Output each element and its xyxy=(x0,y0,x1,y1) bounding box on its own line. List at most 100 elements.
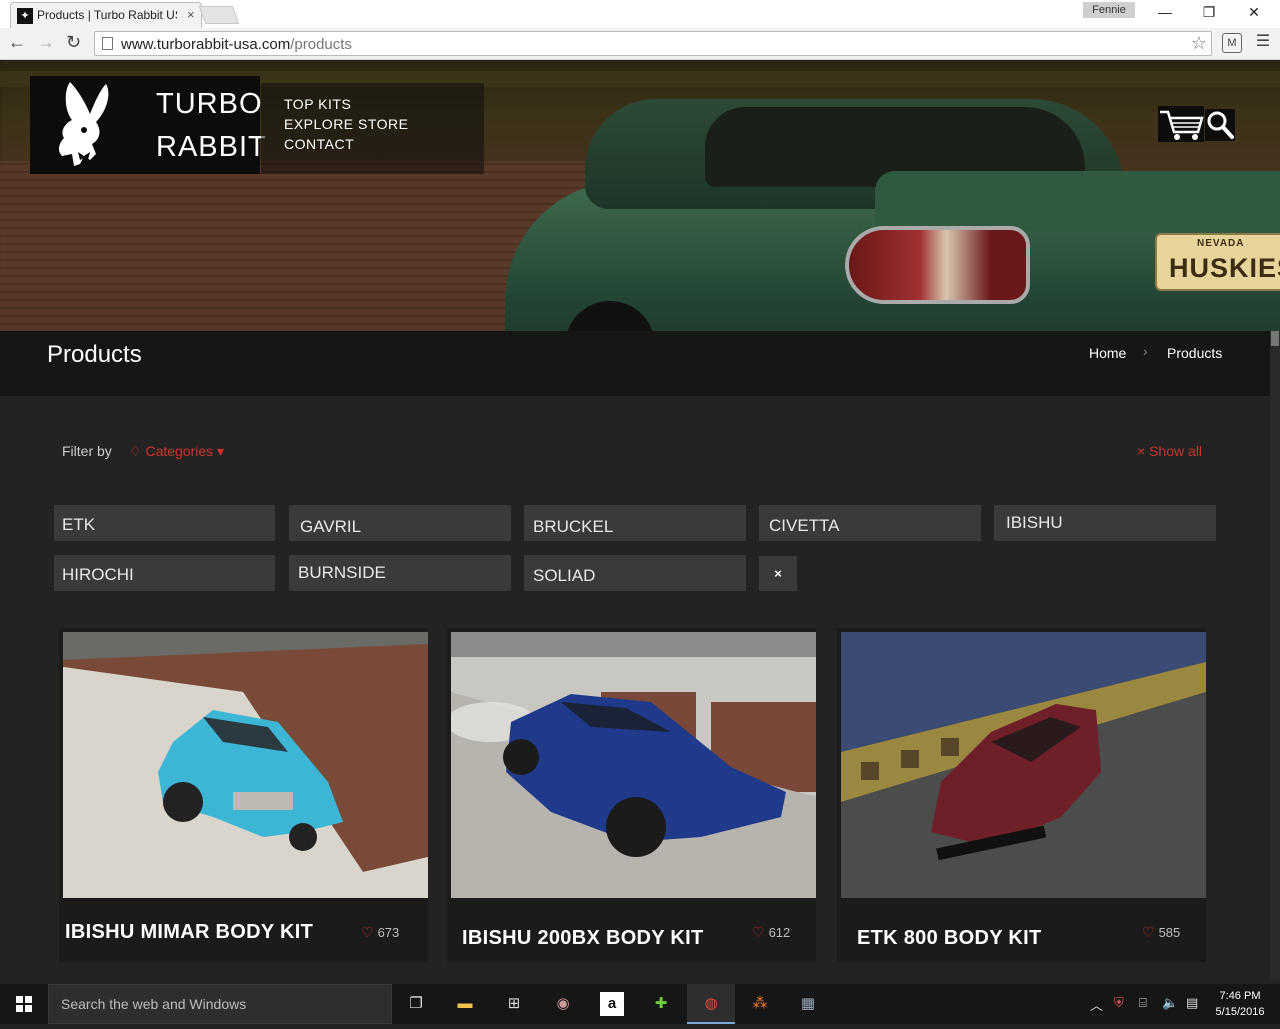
chip-burnside[interactable]: BURNSIDE xyxy=(289,555,511,591)
browser-tab[interactable]: ✦ Products | Turbo Rabbit US × xyxy=(10,2,202,28)
clock-time: 7:46 PM xyxy=(1219,990,1261,1002)
logo-line2: RABBIT xyxy=(156,131,267,163)
product-image[interactable] xyxy=(451,632,816,898)
product-title[interactable]: ETK 800 BODY KIT xyxy=(857,927,1041,950)
new-tab-button[interactable] xyxy=(198,6,240,24)
browser-toolbar: ← → ↻ www.turborabbit-usa.com/products ☆… xyxy=(0,28,1280,60)
url-domain: www.turborabbit-usa.com xyxy=(121,36,291,53)
breadcrumb-products: Products xyxy=(1167,345,1223,361)
start-button[interactable] xyxy=(0,984,48,1024)
windows-logo-icon xyxy=(16,996,32,1012)
tag-icon: ♢ xyxy=(129,443,146,459)
amazon-icon[interactable]: a xyxy=(600,992,624,1016)
chip-soliad[interactable]: SOLIAD xyxy=(524,555,746,591)
like-count[interactable]: ♡ 612 xyxy=(752,924,790,941)
close-tab-icon[interactable]: × xyxy=(187,7,195,22)
extension-icon[interactable]: M xyxy=(1222,33,1242,53)
security-icon[interactable]: ⛨ xyxy=(1114,995,1124,1011)
network-icon[interactable]: ⌸ xyxy=(1139,995,1147,1011)
taskbar-search[interactable]: Search the web and Windows xyxy=(48,984,392,1024)
reload-icon[interactable]: ↻ xyxy=(66,32,81,53)
site-logo[interactable]: TURBO RABBIT xyxy=(30,76,266,174)
plate-state: NEVADA xyxy=(1197,238,1245,249)
heart-icon: ♡ xyxy=(361,924,374,940)
product-title[interactable]: IBISHU 200BX BODY KIT xyxy=(462,927,704,950)
categories-dropdown[interactable]: ♢ Categories ▾ xyxy=(129,443,224,460)
chip-etk[interactable]: ETK xyxy=(54,505,275,541)
chip-hirochi[interactable]: HIROCHI xyxy=(54,555,275,591)
chrome-icon: ◍ xyxy=(704,995,718,1012)
file-explorer-icon[interactable]: ▬ xyxy=(453,992,477,1016)
close-window-icon[interactable]: ✕ xyxy=(1244,4,1264,21)
logo-line1: TURBO xyxy=(156,88,263,120)
products-section: Filter by ♢ Categories ▾ × Show all ETK … xyxy=(0,396,1270,982)
back-icon[interactable]: ← xyxy=(8,32,26,53)
like-count[interactable]: ♡ 673 xyxy=(361,924,399,941)
chevron-right-icon: › xyxy=(1143,343,1148,359)
clock-date: 5/15/2016 xyxy=(1215,1006,1265,1018)
url-text[interactable]: www.turborabbit-usa.com/products xyxy=(121,36,352,53)
cart-icon[interactable] xyxy=(1158,106,1204,142)
minimize-icon[interactable]: — xyxy=(1155,4,1175,20)
show-all-label: Show all xyxy=(1149,443,1202,459)
action-center-icon[interactable]: ▤ xyxy=(1186,995,1198,1011)
chip-bruckel[interactable]: BRUCKEL xyxy=(524,505,746,541)
volume-icon[interactable]: 🔈 xyxy=(1162,995,1178,1011)
task-view-icon[interactable]: ❐ xyxy=(404,992,428,1016)
tray-overflow-icon[interactable]: ︿ xyxy=(1090,995,1103,1014)
clear-filter-button[interactable]: × xyxy=(759,556,797,591)
tab-title: Products | Turbo Rabbit US xyxy=(37,8,177,22)
nav-top-kits[interactable]: TOP KITS xyxy=(284,96,351,112)
car-trunk xyxy=(875,171,1280,231)
chrome-taskbar-button[interactable]: ◍ xyxy=(687,984,735,1024)
url-path: /products xyxy=(290,36,352,53)
product-image[interactable] xyxy=(841,632,1206,898)
chip-civetta[interactable]: CIVETTA xyxy=(759,505,981,541)
car-taillight xyxy=(845,226,1030,304)
license-plate: NEVADA HUSKIES xyxy=(1155,233,1280,291)
product-card[interactable]: IBISHU 200BX BODY KIT ♡ 612 xyxy=(447,628,816,962)
caret-down-icon: ▾ xyxy=(213,443,225,459)
product-card[interactable]: ETK 800 BODY KIT ♡ 585 xyxy=(837,628,1206,962)
like-count-value: 673 xyxy=(377,925,400,940)
show-all-button[interactable]: × Show all xyxy=(1137,443,1202,459)
taskbar-search-placeholder: Search the web and Windows xyxy=(61,996,247,1012)
close-icon: × xyxy=(1137,443,1150,459)
filter-label: Filter by xyxy=(62,443,112,459)
windows-taskbar: Search the web and Windows ❐ ▬ ⊞ ◉ a ✚ ◍… xyxy=(0,984,1280,1024)
product-title[interactable]: IBISHU MIMAR BODY KIT xyxy=(65,921,313,944)
taskbar-clock[interactable]: 7:46 PM 5/15/2016 xyxy=(1210,988,1270,1020)
page-title: Products xyxy=(47,341,142,368)
hero-banner: NEVADA HUSKIES TURBO RABBIT TOP KITS EXP… xyxy=(0,61,1280,331)
chrome-menu-icon[interactable]: ☰ xyxy=(1253,33,1273,53)
page-scrollbar[interactable] xyxy=(1270,331,1280,981)
restore-icon[interactable]: ❐ xyxy=(1199,4,1219,21)
browser-titlebar: ✦ Products | Turbo Rabbit US × Fennie — … xyxy=(0,0,1280,28)
chip-gavril[interactable]: GAVRIL xyxy=(289,505,511,541)
bunny-logo-icon xyxy=(58,82,109,166)
profile-badge[interactable]: Fennie xyxy=(1083,2,1135,18)
heart-icon: ♡ xyxy=(1142,924,1155,940)
address-bar[interactable]: www.turborabbit-usa.com/products ☆ xyxy=(94,31,1212,56)
chip-ibishu[interactable]: IBISHU xyxy=(994,505,1216,541)
page-header: Products Home › Products xyxy=(0,331,1270,396)
like-count[interactable]: ♡ 585 xyxy=(1142,924,1180,941)
categories-label: Categories xyxy=(145,443,214,459)
scrollbar-thumb[interactable] xyxy=(1271,331,1279,346)
beatsmusic-icon[interactable]: ⁂ xyxy=(748,992,772,1016)
search-icon[interactable] xyxy=(1205,109,1235,141)
nav-explore-store[interactable]: EXPLORE STORE xyxy=(284,116,409,132)
plus-app-icon[interactable]: ✚ xyxy=(649,992,673,1016)
nav-contact[interactable]: CONTACT xyxy=(284,136,354,152)
like-count-value: 612 xyxy=(768,925,791,940)
product-card[interactable]: IBISHU MIMAR BODY KIT ♡ 673 xyxy=(59,628,428,962)
product-image[interactable] xyxy=(63,632,428,898)
media-player-icon[interactable]: ◉ xyxy=(551,992,575,1016)
plate-text: HUSKIES xyxy=(1169,253,1280,283)
bookmark-star-icon[interactable]: ☆ xyxy=(1191,33,1207,54)
breadcrumb-home[interactable]: Home xyxy=(1089,345,1126,361)
forward-icon[interactable]: → xyxy=(37,32,55,53)
page-icon xyxy=(102,37,113,50)
game-icon[interactable]: ▦ xyxy=(796,992,820,1016)
store-icon[interactable]: ⊞ xyxy=(502,992,526,1016)
